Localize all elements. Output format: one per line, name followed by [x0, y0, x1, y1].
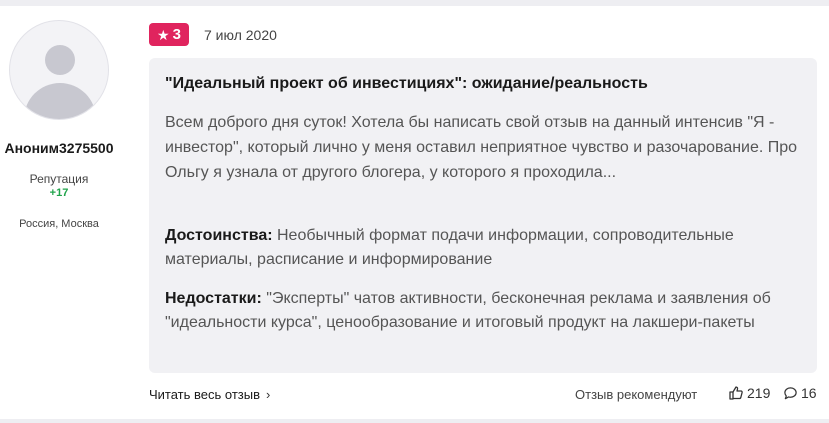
reputation-value: +17 — [49, 187, 69, 199]
review-cons: Недостатки: "Эксперты" чатов активности,… — [165, 287, 805, 335]
top-divider — [0, 0, 829, 6]
author-location: Россия, Москва — [19, 218, 99, 230]
comments-count: 16 — [801, 385, 817, 401]
avatar-placeholder-body — [24, 83, 96, 119]
author-panel: Аноним3275500 Репутация +17 Россия, Моск… — [0, 0, 120, 419]
avatar[interactable] — [9, 20, 109, 120]
pros-label: Достоинства: — [165, 227, 273, 244]
review-date: 7 июл 2020 — [204, 27, 277, 43]
thumbs-up-icon — [728, 385, 744, 401]
review-card: "Идеальный проект об инвестициях": ожида… — [149, 58, 817, 373]
read-full-review-link[interactable]: Читать весь отзыв › — [149, 387, 270, 402]
bottom-divider — [0, 419, 829, 423]
rating-value: 3 — [172, 26, 181, 43]
author-name[interactable]: Аноним3275500 — [0, 140, 118, 156]
reputation-label: Репутация — [29, 172, 89, 186]
comment-icon — [783, 386, 798, 401]
like-button[interactable]: 219 — [728, 385, 770, 401]
recommend-label: Отзыв рекомендуют — [575, 387, 698, 402]
review-excerpt: Всем доброго дня суток! Хотела бы написа… — [165, 114, 798, 181]
star-icon: ★ — [157, 26, 170, 43]
rating-badge: ★ 3 — [149, 23, 189, 46]
cons-label: Недостатки: — [165, 290, 262, 307]
read-more-label: Читать весь отзыв — [149, 387, 261, 402]
review-pros: Достоинства: Необычный формат подачи инф… — [165, 224, 805, 272]
chevron-right-icon: › — [266, 387, 271, 402]
comments-button[interactable]: 16 — [783, 385, 817, 401]
avatar-placeholder-head — [45, 45, 75, 75]
review-title[interactable]: "Идеальный проект об инвестициях": ожида… — [165, 75, 805, 93]
likes-count: 219 — [747, 385, 771, 401]
